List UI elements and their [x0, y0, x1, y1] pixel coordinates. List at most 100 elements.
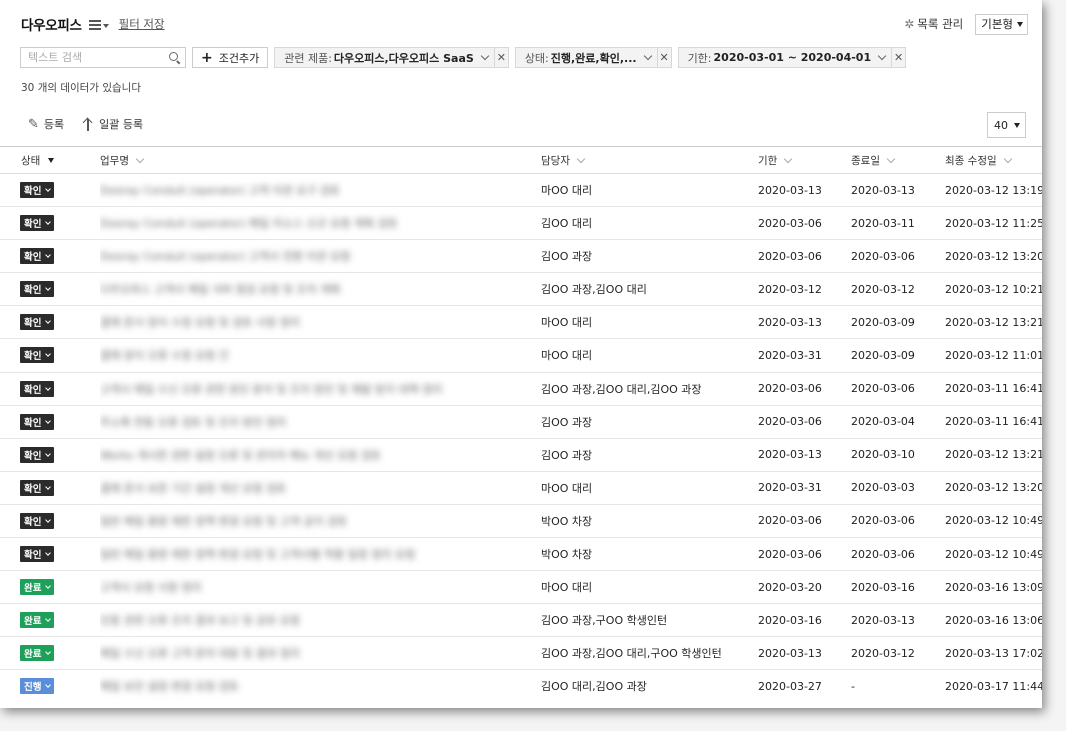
- filter-chip-dropdown[interactable]: 기한: 2020-03-01 ~ 2020-04-01: [679, 48, 892, 67]
- due-date-cell: 2020-03-06: [758, 547, 822, 561]
- list-toolbar: ✎ 등록 일괄 등록: [28, 116, 143, 132]
- task-name-cell[interactable]: 다우오피스 고객사 메일 서버 점검 요청 및 조치 계획: [100, 273, 520, 305]
- filter-chip-dropdown[interactable]: 상태: 진행,완료,확인,...: [516, 48, 657, 67]
- due-date-cell: 2020-03-20: [758, 580, 822, 594]
- end-date-cell: 2020-03-06: [851, 249, 915, 263]
- filter-chip-dropdown[interactable]: 관련 제품: 다우오피스,다우오피스 SaaS: [275, 48, 494, 67]
- status-badge[interactable]: 진행: [20, 678, 55, 695]
- table-row[interactable]: 확인 결재 문서 보존 기간 설정 개선 요청 검토 마OO 대리 2020-03-3…: [0, 472, 1042, 505]
- table-row[interactable]: 확인 고객사 메일 수신 오류 관련 원인 분석 및 조치 방안 및 재발 방지 …: [0, 373, 1042, 406]
- status-badge-label: 확인: [24, 219, 42, 231]
- add-condition-button[interactable]: + 조건추가: [192, 47, 269, 68]
- status-badge[interactable]: 확인: [20, 182, 55, 198]
- table-row[interactable]: 확인 Dooray Conduit (operator) 고객 이관 요구 검토 마…: [0, 174, 1042, 208]
- column-header-task[interactable]: 업무명: [100, 153, 145, 168]
- menu-icon[interactable]: [88, 17, 109, 31]
- column-header-due[interactable]: 기한: [758, 153, 793, 168]
- due-date-cell: 2020-03-31: [758, 481, 822, 495]
- task-name-cell[interactable]: Works 게시판 권한 설정 오류 및 관리자 메뉴 개선 요청 검토: [100, 439, 520, 471]
- status-badge[interactable]: 확인: [20, 380, 55, 397]
- status-badge[interactable]: 완료: [20, 645, 55, 662]
- status-badge[interactable]: 확인: [20, 512, 55, 529]
- status-badge[interactable]: 확인: [20, 479, 55, 496]
- task-name-cell[interactable]: 결재 문서 보존 기간 설정 개선 요청 검토: [100, 472, 520, 504]
- sort-icon: [135, 154, 145, 164]
- task-name-cell[interactable]: 주소록 연동 오류 검토 및 조치 방안 정리: [100, 406, 520, 438]
- table-row[interactable]: 진행 메일 보안 설정 변경 요청 검토 김OO 대리,김OO 과장 2020-03-…: [0, 670, 1042, 703]
- task-name-cell[interactable]: Dooray Conduit (operator) 고객 이관 요구 검토: [100, 174, 520, 206]
- table-row[interactable]: 확인 일반 메일 용량 제한 정책 변경 요청 및 고객사별 적용 일정 정리 요…: [0, 538, 1042, 572]
- status-badge[interactable]: 완료: [20, 579, 55, 596]
- column-label: 상태: [21, 155, 41, 167]
- task-name-cell[interactable]: 메일 보안 설정 변경 요청 검토: [100, 670, 520, 702]
- task-name-cell[interactable]: 일반 메일 용량 제한 정책 변경 요청 및 고객사별 적용 일정 정리 요청: [100, 538, 520, 570]
- status-badge[interactable]: 확인: [20, 347, 55, 364]
- task-name-cell[interactable]: 결재 문서 양식 수정 요청 및 검토 사항 정리: [100, 306, 520, 338]
- chevron-down-icon: [45, 616, 52, 623]
- register-button[interactable]: ✎ 등록: [28, 116, 64, 132]
- page-size-select[interactable]: 40: [987, 112, 1026, 138]
- view-mode-select[interactable]: 기본형: [975, 13, 1028, 35]
- table-row[interactable]: 완료 인증 관련 오류 조치 결과 보고 및 공유 요청 김OO 과장,구OO 학생…: [0, 604, 1042, 638]
- search-input[interactable]: [28, 51, 169, 64]
- chevron-down-icon: [45, 219, 52, 225]
- modified-cell: 2020-03-12 10:49: [945, 547, 1042, 561]
- column-header-modified[interactable]: 최종 수정일: [945, 153, 1012, 168]
- status-cell: 확인: [20, 306, 55, 338]
- column-header-assignee[interactable]: 담당자: [541, 153, 586, 168]
- chevron-down-icon: [45, 318, 52, 325]
- close-icon[interactable]: ✕: [891, 48, 905, 67]
- sort-icon: [576, 154, 586, 164]
- task-name-cell[interactable]: Dooray Conduit (operator) 고객사 전환 이관 요청: [100, 240, 520, 272]
- status-badge[interactable]: 확인: [20, 446, 55, 463]
- list-manage-button[interactable]: ✲ 목록 관리: [904, 16, 963, 32]
- filter-chip: 관련 제품: 다우오피스,다우오피스 SaaS ✕: [274, 47, 509, 68]
- status-badge[interactable]: 확인: [20, 281, 55, 298]
- status-badge[interactable]: 확인: [20, 248, 55, 265]
- status-cell: 확인: [20, 373, 55, 405]
- status-badge[interactable]: 완료: [20, 612, 55, 629]
- status-badge[interactable]: 확인: [20, 413, 55, 430]
- close-icon[interactable]: ✕: [493, 48, 508, 67]
- table-row[interactable]: 확인 Works 게시판 권한 설정 오류 및 관리자 메뉴 개선 요청 검토 김O…: [0, 439, 1042, 472]
- task-name-cell[interactable]: 고객사 요청 사항 정리: [100, 571, 520, 603]
- task-name: 인증 관련 오류 조치 결과 보고 및 공유 요청: [100, 614, 301, 628]
- chevron-down-icon: [45, 583, 52, 589]
- close-icon[interactable]: ✕: [656, 48, 671, 67]
- task-name-cell[interactable]: 고객사 메일 수신 오류 관련 원인 분석 및 조치 방안 및 재발 방지 대책…: [100, 373, 520, 405]
- search-box: [20, 47, 186, 68]
- task-name: Works 게시판 권한 설정 오류 및 관리자 메뉴 개선 요청 검토: [100, 448, 382, 462]
- assignee-cell: 김OO 과장,김OO 대리: [541, 283, 647, 297]
- data-count-text: 30 개의 데이터가 있습니다: [21, 82, 141, 94]
- column-header-status[interactable]: 상태: [21, 153, 55, 168]
- table-row[interactable]: 확인 결재 문서 양식 수정 요청 및 검토 사항 정리 마OO 대리 2020-03…: [0, 306, 1042, 340]
- status-cell: 확인: [20, 240, 55, 272]
- task-name-cell[interactable]: 결재 양식 오류 수정 요청 건: [100, 339, 520, 371]
- table-row[interactable]: 완료 메일 수신 오류 고객 문의 대응 및 결과 정리 김OO 과장,김OO 대리…: [0, 637, 1042, 671]
- status-badge[interactable]: 확인: [20, 546, 55, 563]
- table-row[interactable]: 확인 Dooray Conduit (operator) 고객사 전환 이관 요청…: [0, 240, 1042, 274]
- task-name-cell[interactable]: Dooray Conduit (operator) 메일 리소스 신규 요청 계…: [100, 207, 520, 239]
- table-row[interactable]: 완료 고객사 요청 사항 정리 마OO 대리 2020-03-20 2020-03-16…: [0, 571, 1042, 605]
- status-badge[interactable]: 확인: [20, 215, 55, 232]
- column-label: 업무명: [100, 155, 129, 167]
- status-badge[interactable]: 확인: [20, 314, 55, 331]
- search-icon[interactable]: [169, 51, 181, 64]
- table-row[interactable]: 확인 다우오피스 고객사 메일 서버 점검 요청 및 조치 계획 김OO 과장,김O…: [0, 273, 1042, 307]
- table-row[interactable]: 확인 결재 양식 오류 수정 요청 건 마OO 대리 2020-03-31 2020-0…: [0, 339, 1042, 373]
- assignee-cell: 김OO 대리,김OO 과장: [541, 680, 647, 694]
- table-row[interactable]: 확인 주소록 연동 오류 검토 및 조치 방안 정리 김OO 과장 2020-03-0…: [0, 406, 1042, 439]
- status-cell: 확인: [20, 174, 55, 206]
- filter-chip-value: 2020-03-01 ~ 2020-04-01: [713, 51, 872, 64]
- task-name-cell[interactable]: 인증 관련 오류 조치 결과 보고 및 공유 요청: [100, 604, 520, 636]
- task-name-cell[interactable]: 메일 수신 오류 고객 문의 대응 및 결과 정리: [100, 637, 520, 669]
- filter-save-link[interactable]: 필터 저장: [119, 16, 165, 32]
- column-header-end[interactable]: 종료일: [851, 153, 896, 168]
- header-bar: 다우오피스 필터 저장 ✲ 목록 관리 기본형: [21, 13, 1028, 35]
- bulk-register-button[interactable]: 일괄 등록: [82, 116, 143, 132]
- table-row[interactable]: 확인 Dooray Conduit (operator) 메일 리소스 신규 요청…: [0, 207, 1042, 241]
- table-row[interactable]: 확인 일반 메일 용량 제한 정책 변경 요청 및 고객 공지 검토 박OO 차장 2…: [0, 505, 1042, 539]
- end-date-cell: 2020-03-13: [851, 183, 915, 197]
- task-name-cell[interactable]: 일반 메일 용량 제한 정책 변경 요청 및 고객 공지 검토: [100, 505, 520, 537]
- status-cell: 확인: [20, 406, 55, 438]
